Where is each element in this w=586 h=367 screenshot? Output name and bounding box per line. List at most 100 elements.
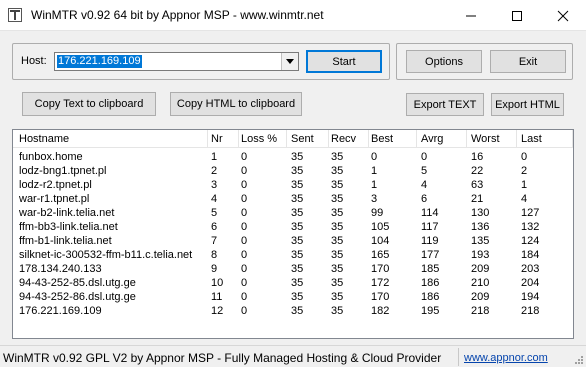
column-header-best[interactable]: Best xyxy=(367,130,417,148)
column-header-avrg[interactable]: Avrg xyxy=(417,130,467,148)
table-row[interactable]: war-r1.tpnet.pl 4 0 35 35 3 6 21 4 xyxy=(13,192,573,206)
copy-html-button[interactable]: Copy HTML to clipboard xyxy=(170,92,302,116)
host-input[interactable]: 176.221.169.109 xyxy=(57,55,142,68)
cell-worst: 218 xyxy=(471,305,490,317)
cell-nr: 5 xyxy=(211,207,218,219)
exit-button[interactable]: Exit xyxy=(490,50,566,73)
cell-avrg: 186 xyxy=(421,291,440,303)
table-row[interactable]: 94-43-252-86.dsl.utg.ge 11 0 35 35 170 186 209 1… xyxy=(13,290,573,304)
table-row[interactable]: war-b2-link.telia.net 5 0 35 35 99 114 130 127 xyxy=(13,206,573,220)
cell-sent: 35 xyxy=(291,291,304,303)
cell-nr: 8 xyxy=(211,249,218,261)
cell-worst: 135 xyxy=(471,235,490,247)
close-icon xyxy=(557,10,569,22)
cell-worst: 210 xyxy=(471,277,490,289)
cell-best: 1 xyxy=(371,165,378,177)
table-row[interactable]: 176.221.169.109 12 0 35 35 182 195 218 218 xyxy=(13,304,573,318)
cell-nr: 4 xyxy=(211,193,218,205)
cell-recv: 35 xyxy=(331,193,344,205)
status-separator xyxy=(458,348,459,366)
cell-loss: 0 xyxy=(241,235,248,247)
cell-recv: 35 xyxy=(331,235,344,247)
cell-best: 104 xyxy=(371,235,390,247)
cell-worst: 136 xyxy=(471,221,490,233)
cell-last: 132 xyxy=(521,221,540,233)
cell-last: 124 xyxy=(521,235,540,247)
column-header-hostname[interactable]: Hostname xyxy=(15,130,208,148)
cell-nr: 1 xyxy=(211,151,218,163)
table-row[interactable]: 94-43-252-85.dsl.utg.ge 10 0 35 35 172 186 210 2… xyxy=(13,276,573,290)
cell-last: 194 xyxy=(521,291,540,303)
column-header-worst[interactable]: Worst xyxy=(467,130,517,148)
cell-hostname: ffm-bb3-link.telia.net xyxy=(19,221,118,233)
cell-avrg: 6 xyxy=(421,193,428,205)
export-html-button[interactable]: Export HTML xyxy=(491,93,564,116)
cell-worst: 63 xyxy=(471,179,484,191)
cell-nr: 12 xyxy=(211,305,224,317)
cell-loss: 0 xyxy=(241,277,248,289)
column-header-last[interactable]: Last xyxy=(517,130,573,148)
cell-loss: 0 xyxy=(241,305,248,317)
table-row[interactable]: lodz-bng1.tpnet.pl 2 0 35 35 1 5 22 2 xyxy=(13,164,573,178)
cell-hostname: silknet-ic-300532-ffm-b11.c.telia.net xyxy=(19,249,193,261)
column-header-sent[interactable]: Sent xyxy=(287,130,329,148)
results-table[interactable]: Hostname Nr Loss % Sent Recv Best Avrg W… xyxy=(12,129,574,339)
cell-worst: 209 xyxy=(471,291,490,303)
column-header-nr[interactable]: Nr xyxy=(207,130,239,148)
cell-worst: 209 xyxy=(471,263,490,275)
window-title: WinMTR v0.92 64 bit by Appnor MSP - www.… xyxy=(31,8,324,22)
cell-nr: 6 xyxy=(211,221,218,233)
cell-best: 170 xyxy=(371,291,390,303)
table-row[interactable]: lodz-r2.tpnet.pl 3 0 35 35 1 4 63 1 xyxy=(13,178,573,192)
cell-best: 165 xyxy=(371,249,390,261)
cell-last: 0 xyxy=(521,151,528,163)
title-bar[interactable]: WinMTR v0.92 64 bit by Appnor MSP - www.… xyxy=(0,0,586,31)
cell-sent: 35 xyxy=(291,263,304,275)
cell-avrg: 186 xyxy=(421,277,440,289)
cell-avrg: 185 xyxy=(421,263,440,275)
combo-dropdown-button[interactable] xyxy=(281,53,298,70)
cell-avrg: 195 xyxy=(421,305,440,317)
start-button[interactable]: Start xyxy=(306,50,382,73)
cell-avrg: 0 xyxy=(421,151,428,163)
cell-last: 218 xyxy=(521,305,540,317)
options-button[interactable]: Options xyxy=(406,50,482,73)
cell-hostname: 176.221.169.109 xyxy=(19,305,102,317)
cell-worst: 193 xyxy=(471,249,490,261)
cell-best: 1 xyxy=(371,179,378,191)
minimize-button[interactable] xyxy=(448,0,494,31)
cell-sent: 35 xyxy=(291,207,304,219)
table-row[interactable]: silknet-ic-300532-ffm-b11.c.telia.net 8 0 3… xyxy=(13,248,573,262)
cell-last: 203 xyxy=(521,263,540,275)
cell-nr: 9 xyxy=(211,263,218,275)
host-label: Host: xyxy=(21,55,47,67)
table-row[interactable]: ffm-bb3-link.telia.net 6 0 35 35 105 117 136 132 xyxy=(13,220,573,234)
resize-grip-icon[interactable] xyxy=(574,355,584,365)
cell-sent: 35 xyxy=(291,305,304,317)
close-button[interactable] xyxy=(540,0,586,31)
cell-recv: 35 xyxy=(331,291,344,303)
copy-text-button[interactable]: Copy Text to clipboard xyxy=(22,92,156,116)
table-row[interactable]: ffm-b1-link.telia.net 7 0 35 35 104 119 135 124 xyxy=(13,234,573,248)
cell-worst: 21 xyxy=(471,193,484,205)
column-header-recv[interactable]: Recv xyxy=(327,130,369,148)
cell-hostname: war-r1.tpnet.pl xyxy=(19,193,90,205)
export-text-button[interactable]: Export TEXT xyxy=(406,93,484,116)
column-header-loss[interactable]: Loss % xyxy=(237,130,287,148)
cell-hostname: ffm-b1-link.telia.net xyxy=(19,235,112,247)
cell-sent: 35 xyxy=(291,277,304,289)
cell-nr: 7 xyxy=(211,235,218,247)
status-text: WinMTR v0.92 GPL V2 by Appnor MSP - Full… xyxy=(3,351,442,365)
cell-avrg: 4 xyxy=(421,179,428,191)
table-row[interactable]: funbox.home 1 0 35 35 0 0 16 0 xyxy=(13,150,573,164)
cell-best: 172 xyxy=(371,277,390,289)
maximize-button[interactable] xyxy=(494,0,540,31)
appnor-link[interactable]: www.appnor.com xyxy=(464,352,548,364)
cell-sent: 35 xyxy=(291,249,304,261)
host-combobox[interactable]: 176.221.169.109 xyxy=(54,52,299,71)
cell-loss: 0 xyxy=(241,179,248,191)
cell-avrg: 119 xyxy=(421,235,439,247)
table-row[interactable]: 178.134.240.133 9 0 35 35 170 185 209 203 xyxy=(13,262,573,276)
cell-sent: 35 xyxy=(291,221,304,233)
cell-loss: 0 xyxy=(241,291,248,303)
